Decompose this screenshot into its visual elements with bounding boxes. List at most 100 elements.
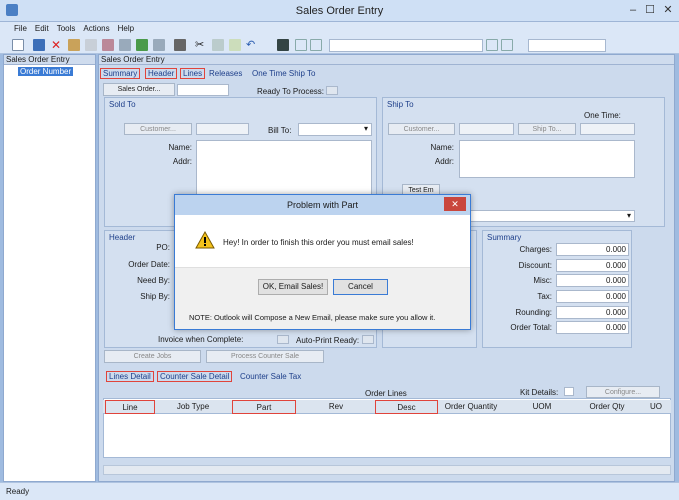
first-icon[interactable] <box>295 39 307 51</box>
kit-details-label: Kit Details: <box>520 388 559 397</box>
filter-combo[interactable] <box>528 39 606 52</box>
invoice-complete-checkbox[interactable] <box>277 335 289 344</box>
sold-to-name-label: Name: <box>168 143 192 152</box>
disabled-icon <box>85 39 97 51</box>
last-icon[interactable] <box>501 39 513 51</box>
dialog-title-bar: Problem with Part ✕ <box>175 195 470 215</box>
main-header: Sales Order Entry <box>99 55 674 65</box>
ship-to-customer-input[interactable] <box>459 123 514 135</box>
kit-details-checkbox[interactable] <box>564 387 574 396</box>
ship-by-label: Ship By: <box>140 292 170 301</box>
menu-help[interactable]: Help <box>114 22 138 33</box>
refresh-icon[interactable] <box>136 39 148 51</box>
tab-lines-detail[interactable]: Lines Detail <box>106 371 154 382</box>
delete-icon[interactable]: ✕ <box>51 39 63 51</box>
sold-to-addr-label: Addr: <box>172 157 192 166</box>
one-time-label: One Time: <box>584 111 621 120</box>
cancel-button[interactable]: Cancel <box>333 279 388 295</box>
tab-header[interactable]: Header <box>145 68 178 79</box>
ship-to-addr-label: Addr: <box>434 157 454 166</box>
paste-icon[interactable] <box>212 39 224 51</box>
ready-to-process-checkbox[interactable] <box>326 86 338 95</box>
tab-counter-sale-detail[interactable]: Counter Sale Detail <box>157 371 233 382</box>
tax-value: 0.000 <box>556 290 629 303</box>
dialog-note: NOTE: Outlook will Compose a New Email, … <box>189 313 436 322</box>
chevron-down-icon: ▾ <box>363 124 368 133</box>
ship-to-address-box[interactable] <box>459 140 635 178</box>
tab-counter-sale-tax[interactable]: Counter Sale Tax <box>240 372 301 381</box>
copy-icon[interactable] <box>119 39 131 51</box>
rounding-value: 0.000 <box>556 306 629 319</box>
menu-file[interactable]: File <box>10 22 31 33</box>
sold-to-customer-button[interactable]: Customer... <box>124 123 192 135</box>
problem-dialog: Problem with Part ✕ Hey! In order to fin… <box>174 194 471 330</box>
create-jobs-button[interactable]: Create Jobs <box>104 350 201 363</box>
configure-button[interactable]: Configure... <box>586 386 660 398</box>
discount-label: Discount: <box>518 261 552 270</box>
tab-releases[interactable]: Releases <box>209 69 242 78</box>
window-title: Sales Order Entry <box>295 5 384 17</box>
grid-header: Line Job Type Part Rev Desc Order Quanti… <box>103 400 671 414</box>
close-icon[interactable]: ✕ <box>661 3 675 17</box>
clear-icon[interactable] <box>153 39 165 51</box>
tab-one-time-ship-to[interactable]: One Time Ship To <box>252 69 315 78</box>
auto-print-checkbox[interactable] <box>362 335 374 344</box>
misc-value: 0.000 <box>556 274 629 287</box>
next-icon[interactable] <box>486 39 498 51</box>
record-combo[interactable] <box>329 39 483 52</box>
cut-icon[interactable]: ✂ <box>195 39 207 51</box>
menu-edit[interactable]: Edit <box>31 22 53 33</box>
print-icon[interactable] <box>174 39 186 51</box>
new-icon[interactable] <box>12 39 24 51</box>
sales-order-button[interactable]: Sales Order... <box>103 83 175 96</box>
order-date-label: Order Date: <box>128 260 170 269</box>
maximize-icon[interactable]: ☐ <box>643 3 657 17</box>
ship-to-customer-button[interactable]: Customer... <box>388 123 455 135</box>
ship-to-select[interactable]: ▾ <box>459 210 635 222</box>
column-line[interactable]: Line <box>105 400 155 414</box>
misc-label: Misc: <box>533 276 552 285</box>
ship-to-input[interactable] <box>580 123 635 135</box>
menu-actions[interactable]: Actions <box>79 22 113 33</box>
grid-horizontal-scrollbar[interactable] <box>103 465 671 475</box>
column-order-quantity[interactable]: Order Quantity <box>439 400 503 414</box>
column-order-qty[interactable]: Order Qty <box>580 400 634 414</box>
tab-summary[interactable]: Summary <box>100 68 141 79</box>
warning-icon <box>195 231 215 249</box>
dialog-message: Hey! In order to finish this order you m… <box>223 238 414 247</box>
bill-to-select[interactable]: ▾ <box>298 123 372 136</box>
sold-to-address-box[interactable] <box>196 140 372 196</box>
menu-tools[interactable]: Tools <box>53 22 80 33</box>
column-desc[interactable]: Desc <box>375 400 438 414</box>
header-group-label: Header <box>109 233 136 242</box>
column-rev[interactable]: Rev <box>301 400 371 414</box>
ship-to-name-label: Name: <box>430 143 454 152</box>
tree-item-order-number[interactable]: Order Number <box>18 67 74 76</box>
undo-icon[interactable]: ↶ <box>246 39 258 51</box>
status-bar: Ready <box>0 482 679 500</box>
po-label: PO: <box>156 243 170 252</box>
save-icon[interactable] <box>33 39 45 51</box>
order-total-label: Order Total: <box>510 323 552 332</box>
sales-order-input[interactable] <box>177 84 229 96</box>
minimize-icon[interactable]: – <box>626 3 640 17</box>
tab-lines[interactable]: Lines <box>180 68 206 79</box>
charges-label: Charges: <box>519 245 552 254</box>
column-job-type[interactable]: Job Type <box>158 400 228 414</box>
search-icon[interactable] <box>277 39 289 51</box>
column-part[interactable]: Part <box>232 400 296 414</box>
title-bar: Sales Order Entry – ☐ ✕ <box>0 0 679 22</box>
column-uo[interactable]: UO <box>644 400 668 414</box>
ok-email-sales-button[interactable]: OK, Email Sales! <box>258 279 328 295</box>
book-icon[interactable] <box>68 39 80 51</box>
sold-to-customer-input[interactable] <box>196 123 249 135</box>
ship-to-button[interactable]: Ship To... <box>518 123 576 135</box>
paste2-icon[interactable] <box>229 39 241 51</box>
process-counter-sale-button[interactable]: Process Counter Sale <box>206 350 324 363</box>
dialog-button-area: OK, Email Sales! Cancel NOTE: Outlook wi… <box>175 267 470 329</box>
tree-header: Sales Order Entry <box>4 55 95 65</box>
column-uom[interactable]: UOM <box>507 400 577 414</box>
attach-icon[interactable] <box>102 39 114 51</box>
prev-icon[interactable] <box>310 39 322 51</box>
dialog-close-icon[interactable]: ✕ <box>444 197 466 211</box>
